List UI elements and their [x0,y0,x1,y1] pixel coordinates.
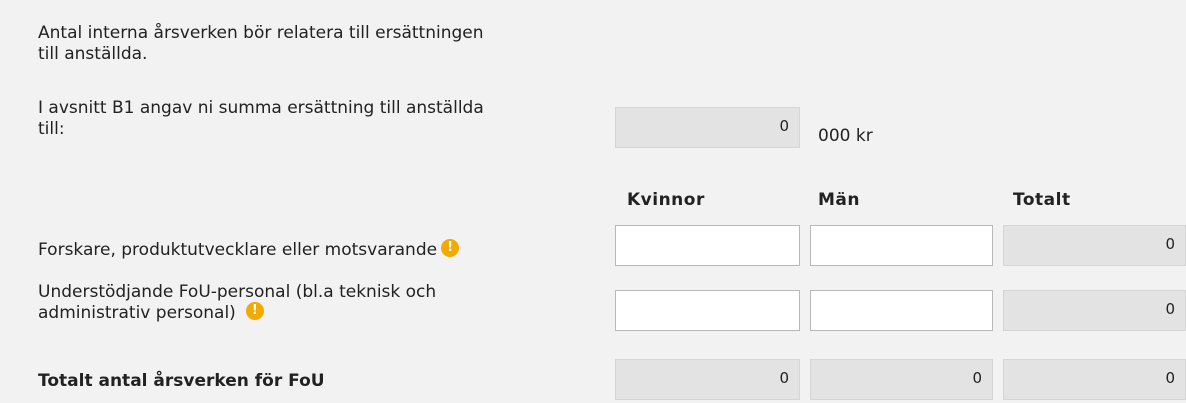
row-label-support-staff-line1: Understödjande FoU-personal (bl.a teknis… [38,282,437,302]
totals-men-field: 0 [810,359,993,400]
row-label-support-staff-line2: administrativ personal) [38,303,236,323]
totals-total-field: 0 [1003,359,1186,400]
b1-text-line1: I avsnitt B1 angav ni summa ersättning t… [38,98,484,118]
support-staff-women-input[interactable] [615,290,800,331]
researchers-total-field: 0 [1003,225,1186,266]
researchers-men-input[interactable] [810,225,993,266]
b1-unit: 000 kr [818,126,873,146]
support-staff-total-field: 0 [1003,290,1186,331]
intro-text-line1: Antal interna årsverken bör relatera til… [38,23,484,43]
totals-women-field: 0 [615,359,800,400]
info-icon[interactable]: ! [245,302,264,320]
column-header-men: Män [818,190,860,210]
b1-value-field: 0 [615,107,800,148]
column-header-total: Totalt [1013,190,1071,210]
column-header-women: Kvinnor [627,190,705,210]
row-label-researchers-text: Forskare, produktutvecklare eller motsva… [38,240,438,260]
totals-label: Totalt antal årsverken för FoU [38,371,325,391]
researchers-women-input[interactable] [615,225,800,266]
b1-text: I avsnitt B1 angav ni summa ersättning t… [38,98,484,140]
intro-text: Antal interna årsverken bör relatera til… [38,23,484,65]
row-label-researchers: Forskare, produktutvecklare eller motsva… [38,239,460,261]
intro-text-line2: till anställda. [38,44,148,64]
info-icon[interactable]: ! [441,239,460,257]
b1-text-line2: till: [38,119,65,139]
support-staff-men-input[interactable] [810,290,993,331]
row-label-support-staff: Understödjande FoU-personal (bl.a teknis… [38,282,436,324]
